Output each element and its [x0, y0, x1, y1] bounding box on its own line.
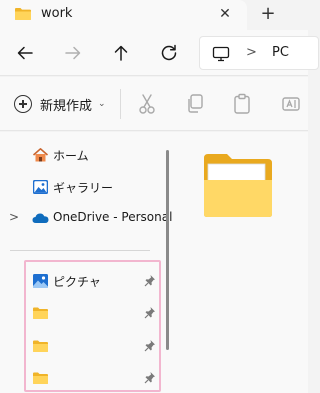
scissors-icon: [139, 94, 155, 114]
tab-strip: work ✕ +: [0, 0, 308, 30]
folder-icon: [15, 8, 31, 20]
sidebar-scrollbar[interactable]: [166, 150, 169, 350]
gallery-icon: [33, 180, 48, 194]
sidebar-item-label: ギャラリー: [53, 181, 114, 195]
breadcrumb-pc[interactable]: PC: [272, 45, 289, 60]
sidebar-item-label: OneDrive - Personal: [53, 210, 173, 224]
copy-icon: [188, 94, 203, 113]
chevron-right-icon[interactable]: >: [9, 210, 19, 224]
close-tab-icon[interactable]: ✕: [215, 4, 235, 24]
refresh-button[interactable]: [157, 41, 181, 65]
arrow-up-icon: [114, 45, 128, 61]
breadcrumb-separator[interactable]: >: [246, 45, 257, 60]
refresh-icon: [161, 44, 177, 61]
folder-thumbnail-icon[interactable]: [203, 152, 273, 218]
sidebar-divider: [10, 250, 150, 251]
sidebar-item-gallery[interactable]: ギャラリー: [0, 172, 165, 202]
back-button[interactable]: [13, 41, 37, 65]
add-circle-icon: [14, 95, 32, 113]
pinned-highlight-box: [24, 260, 161, 392]
sidebar-item-home[interactable]: ホーム: [0, 140, 165, 170]
address-bar[interactable]: > PC: [199, 36, 319, 70]
chevron-down-icon: ⌄: [98, 99, 106, 109]
paste-button[interactable]: [232, 93, 252, 115]
monitor-icon: [212, 46, 230, 62]
new-button[interactable]: 新規作成 ⌄: [14, 91, 106, 117]
tab-work[interactable]: work ✕: [0, 0, 247, 30]
rename-icon: [282, 97, 300, 111]
sidebar-item-onedrive[interactable]: > OneDrive - Personal: [0, 203, 172, 233]
onedrive-icon: [32, 213, 49, 223]
new-button-label: 新規作成: [40, 98, 93, 114]
sidebar-item-label: ホーム: [53, 149, 89, 163]
clipboard-icon: [234, 93, 250, 114]
copy-button[interactable]: [185, 93, 205, 115]
up-button[interactable]: [109, 41, 133, 65]
forward-button[interactable]: [61, 41, 85, 65]
cut-button[interactable]: [137, 93, 157, 115]
home-icon: [32, 148, 49, 162]
rename-button[interactable]: [281, 93, 301, 115]
arrow-left-icon: [17, 46, 33, 60]
command-bar: 新規作成 ⌄: [0, 77, 308, 131]
navigation-bar: > PC: [0, 30, 319, 76]
command-separator: [120, 89, 121, 119]
new-tab-button[interactable]: +: [257, 3, 279, 25]
tab-title: work: [41, 6, 73, 21]
arrow-right-icon: [65, 46, 81, 60]
